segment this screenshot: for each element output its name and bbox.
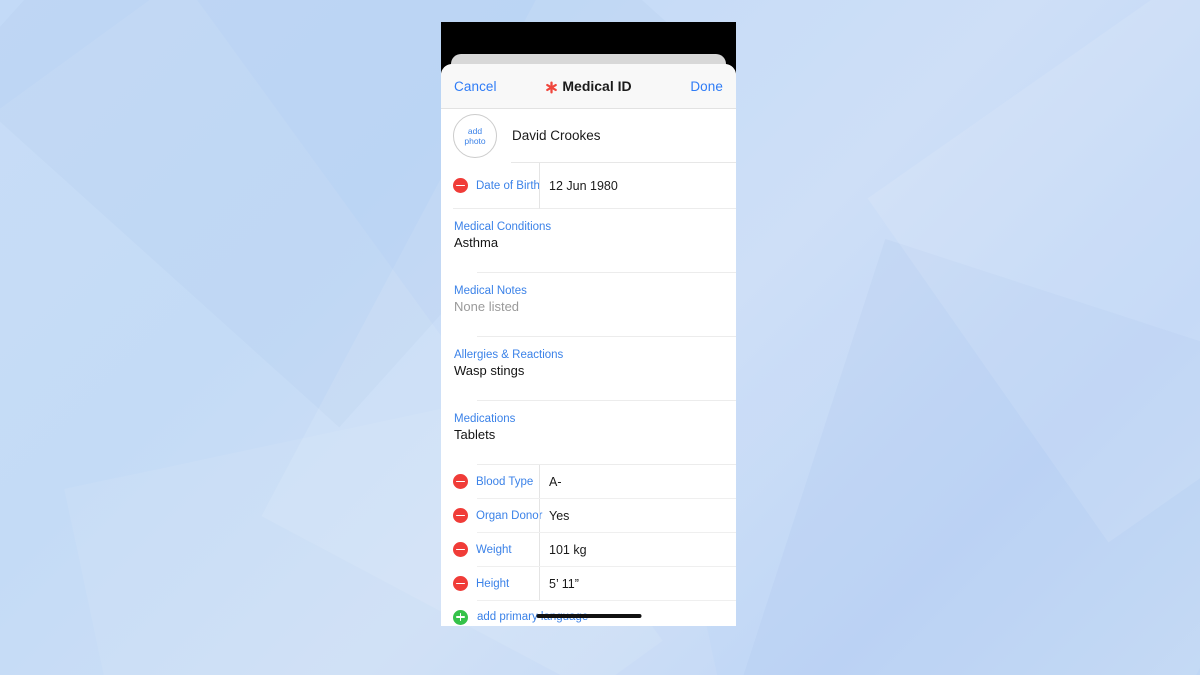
blood-type-left: Blood Type (453, 465, 539, 498)
detail-table: Blood Type A- Organ Donor Yes Weight 101… (441, 464, 736, 626)
phone-screen: Cancel Medical ID Done add photo David C… (441, 22, 736, 626)
name-value: David Crookes (512, 128, 601, 143)
table-row[interactable]: Weight 101 kg (441, 533, 736, 566)
minus-circle-icon[interactable] (453, 474, 468, 489)
section-title: Medical Conditions (454, 221, 552, 233)
section-medical-conditions[interactable]: Medical Conditions Asthma (441, 209, 736, 273)
minus-circle-icon[interactable] (453, 542, 468, 557)
organ-donor-left: Organ Donor (453, 499, 543, 532)
section-body: Tablets (454, 427, 496, 442)
navigation-bar: Cancel Medical ID Done (441, 64, 736, 109)
section-body: Wasp stings (454, 363, 525, 378)
weight-left: Weight (453, 533, 539, 566)
height-left: Height (453, 567, 539, 600)
section-title: Medications (454, 413, 516, 425)
profile-row: add photo David Crookes (441, 109, 736, 163)
add-photo-label-line1: add (467, 125, 483, 136)
section-allergies-reactions[interactable]: Allergies & Reactions Wasp stings (441, 337, 736, 401)
add-photo-label-line2: photo (464, 136, 486, 146)
row-value: A- (549, 474, 562, 489)
weight-value-cell[interactable]: 101 kg (539, 533, 736, 566)
row-label: Height (476, 577, 510, 590)
section-title: Medical Notes (454, 285, 527, 297)
page-title-text: Medical ID (562, 78, 632, 94)
date-of-birth-value-cell[interactable]: 12 Jun 1980 (539, 163, 736, 209)
minus-circle-icon[interactable] (453, 178, 468, 193)
section-title: Allergies & Reactions (454, 349, 564, 361)
row-value: Yes (549, 508, 570, 523)
minus-circle-icon[interactable] (453, 508, 468, 523)
row-value: 101 kg (549, 542, 587, 557)
date-of-birth-label: Date of Birth (476, 179, 540, 192)
row-label: Weight (476, 543, 512, 556)
medical-asterisk-icon (545, 80, 558, 94)
done-button[interactable]: Done (690, 79, 723, 94)
home-indicator (536, 614, 641, 618)
height-value-cell[interactable]: 5’ 11” (539, 567, 736, 600)
organ-donor-value-cell[interactable]: Yes (539, 499, 736, 532)
row-value: 5’ 11” (549, 576, 579, 591)
section-medical-notes[interactable]: Medical Notes None listed (441, 273, 736, 337)
section-body: None listed (454, 299, 520, 314)
background-facet (668, 238, 1200, 675)
screenshot-stage: Cancel Medical ID Done add photo David C… (0, 0, 1200, 675)
blood-type-value-cell[interactable]: A- (539, 465, 736, 498)
cancel-button[interactable]: Cancel (454, 79, 497, 94)
date-of-birth-value: 12 Jun 1980 (549, 178, 618, 193)
minus-circle-icon[interactable] (453, 576, 468, 591)
medical-id-form: add photo David Crookes Date of Birth 12… (441, 109, 736, 626)
section-body: Asthma (454, 235, 499, 250)
table-row[interactable]: Height 5’ 11” (441, 567, 736, 600)
add-photo-button[interactable]: add photo (453, 114, 497, 158)
section-medications[interactable]: Medications Tablets (441, 401, 736, 464)
date-of-birth-row[interactable]: Date of Birth 12 Jun 1980 (441, 163, 736, 209)
row-label: Blood Type (476, 475, 534, 488)
background-facet (867, 0, 1200, 543)
table-row[interactable]: Organ Donor Yes (441, 499, 736, 532)
row-label: Organ Donor (476, 509, 543, 522)
table-row[interactable]: Blood Type A- (441, 465, 736, 498)
date-of-birth-left: Date of Birth (453, 163, 540, 209)
medical-id-modal-sheet: Cancel Medical ID Done add photo David C… (441, 64, 736, 626)
plus-circle-icon[interactable] (453, 609, 468, 625)
name-input[interactable]: David Crookes (511, 109, 736, 163)
